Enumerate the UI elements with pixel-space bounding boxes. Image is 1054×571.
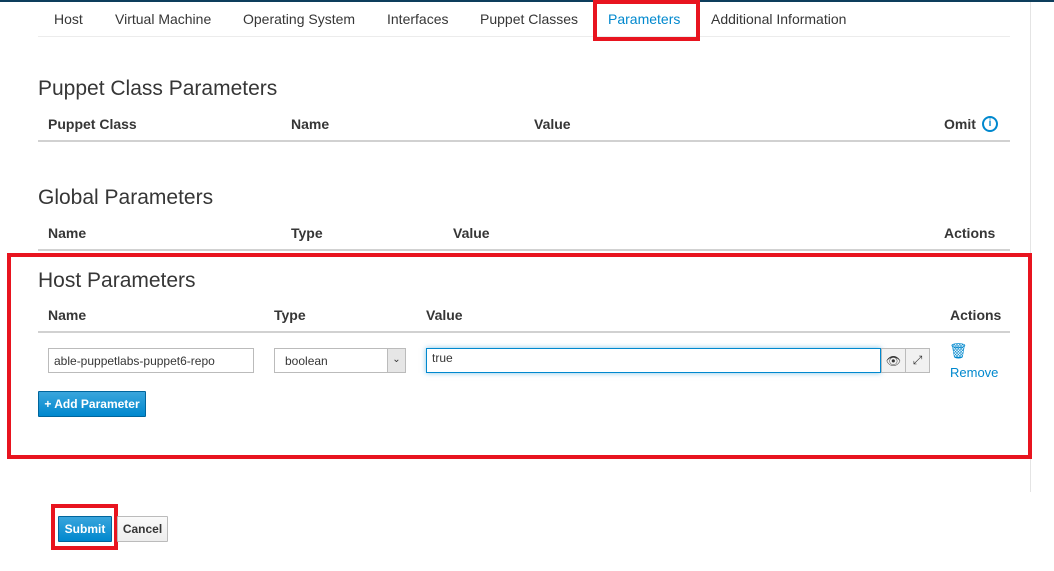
hide-value-button[interactable]: 👁 — [881, 348, 906, 373]
parameter-name-input[interactable] — [48, 348, 254, 373]
fullscreen-button[interactable]: ⤢ — [905, 348, 930, 373]
tab-additional-information[interactable]: Additional Information — [711, 11, 846, 27]
parameter-value-input[interactable] — [426, 348, 881, 373]
remove-link[interactable]: Remove — [950, 365, 998, 380]
tab-host[interactable]: Host — [54, 11, 83, 27]
col-type: Type — [291, 225, 323, 241]
col-puppet-class: Puppet Class — [48, 116, 137, 132]
col-value: Value — [426, 307, 463, 323]
eye-slash-icon: 👁 — [885, 353, 902, 368]
col-name: Name — [291, 116, 330, 132]
tab-virtual-machine[interactable]: Virtual Machine — [115, 11, 211, 27]
col-omit: Omit — [944, 116, 976, 132]
col-name: Name — [48, 307, 87, 323]
tab-puppet-classes[interactable]: Puppet Classes — [480, 11, 578, 27]
parameter-type-value: boolean — [285, 353, 328, 368]
highlight-parameters-tab — [593, 0, 700, 41]
parameter-type-select[interactable]: boolean ⌄ — [274, 348, 406, 373]
col-value: Value — [453, 225, 490, 241]
host-parameters-title: Host Parameters — [38, 269, 196, 292]
col-name: Name — [48, 225, 87, 241]
host-parameters-header: Name Type Value Actions — [38, 307, 1010, 333]
global-parameters-header: Name Type Value Actions — [38, 225, 1010, 251]
expand-icon: ⤢ — [912, 353, 923, 367]
col-value: Value — [534, 116, 571, 132]
tab-bar: Host Virtual Machine Operating System In… — [38, 0, 1010, 37]
add-parameter-button[interactable]: + Add Parameter — [38, 391, 146, 417]
info-icon[interactable]: i — [982, 116, 998, 132]
tab-operating-system[interactable]: Operating System — [243, 11, 355, 27]
global-parameters-title: Global Parameters — [38, 186, 214, 209]
submit-button[interactable]: Submit — [58, 516, 112, 542]
col-actions: Actions — [950, 307, 1002, 323]
puppet-class-parameters-title: Puppet Class Parameters — [38, 77, 278, 100]
puppet-class-parameters-header: Puppet Class Name Value Omit i — [38, 116, 1010, 142]
tab-interfaces[interactable]: Interfaces — [387, 11, 448, 27]
col-type: Type — [274, 307, 306, 323]
chevron-down-icon[interactable]: ⌄ — [387, 349, 405, 372]
col-actions: Actions — [944, 225, 996, 241]
cancel-button[interactable]: Cancel — [117, 516, 168, 542]
trash-icon[interactable]: 🗑 — [949, 342, 968, 360]
